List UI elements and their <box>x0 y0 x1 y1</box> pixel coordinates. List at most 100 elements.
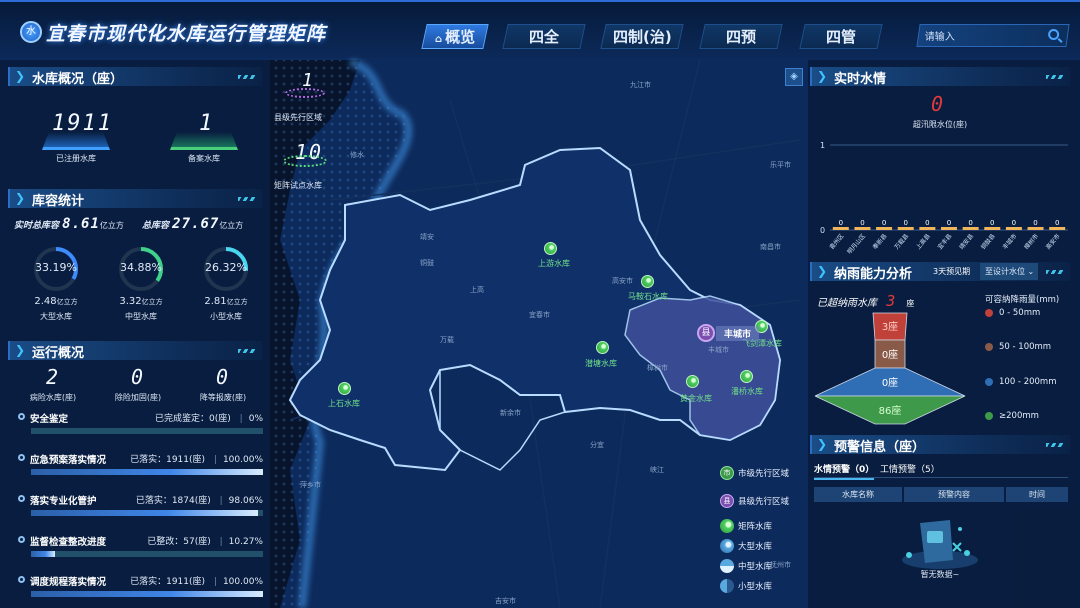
bullet-icon <box>18 413 25 420</box>
rain-legend-item[interactable]: 100 - 200mm <box>985 377 1056 387</box>
chevron-down-icon: ⌄ <box>1025 267 1035 276</box>
x-tick-label: 高安市 <box>1044 232 1062 251</box>
city-label: 萍乡市 <box>300 481 321 489</box>
county-marker-icon[interactable]: 县 <box>697 324 715 342</box>
stat-label: 病险水库(座) <box>29 393 77 402</box>
progress-fill <box>31 551 55 557</box>
city-pin-icon: 市 <box>720 466 734 480</box>
row-name: 安全鉴定 <box>30 414 69 425</box>
city-label: 吉安市 <box>495 597 516 605</box>
x-tick-label: 奉新县 <box>871 232 889 251</box>
water-level-chart: 010袁州区0明月山区0奉新县0万载县0上高县0宜丰县0靖安县0铜鼓县0丰城市0… <box>820 141 1068 255</box>
funnel-label: 0座 <box>882 376 898 389</box>
column-warning-content[interactable]: 预警内容 <box>904 487 1004 502</box>
bar <box>854 227 871 230</box>
bar-value-label: 0 <box>1012 219 1016 227</box>
legend-dot-icon <box>985 412 993 420</box>
progress-fill <box>31 469 263 475</box>
reservoir-marker[interactable] <box>338 382 351 395</box>
ring-label: 小型水库 <box>210 312 242 321</box>
rain-legend-item[interactable]: 0 - 50mm <box>985 308 1040 318</box>
reservoir-label: 马鞍石水库 <box>628 292 668 301</box>
water-level-dropdown[interactable]: 至设计水位 ⌄ <box>980 263 1038 280</box>
medium-reservoir-icon <box>720 559 734 573</box>
progress-fill <box>31 591 263 597</box>
layers-button[interactable]: ◈ <box>785 68 803 86</box>
forecast-label: 3天预见期 <box>933 267 971 276</box>
stat-value: 0 <box>130 365 146 389</box>
city-label: 万载 <box>440 336 454 344</box>
x-tick-label: 铜鼓县 <box>979 232 997 251</box>
city-label: 宜春市 <box>529 311 550 319</box>
funnel-label: 0座 <box>882 348 898 361</box>
logo-icon: 水 <box>20 21 42 43</box>
x-tick-label: 万载县 <box>893 232 911 251</box>
row-name: 落实专业化管护 <box>30 496 97 507</box>
tab-sizhi[interactable]: 四制(治) <box>600 24 684 49</box>
rain-funnel-chart: 3座 0座 0座 86座 <box>814 312 966 425</box>
reservoir-marker[interactable] <box>686 375 699 388</box>
tab-engineering-warning[interactable]: 工情预警（5） <box>880 462 940 475</box>
bar <box>832 227 849 230</box>
rain-legend-item[interactable]: 50 - 100mm <box>985 342 1051 352</box>
column-time[interactable]: 时间 <box>1006 487 1068 502</box>
funnel-label: 3座 <box>882 320 898 333</box>
y-tick-label: 0 <box>820 226 825 235</box>
x-tick-label: 宜丰县 <box>936 232 954 251</box>
city-label: 抚州市 <box>770 561 791 569</box>
column-reservoir-name[interactable]: 水库名称 <box>814 487 902 502</box>
stat-label: 降等报废(座) <box>199 393 247 402</box>
progress-bar <box>31 551 263 557</box>
legend-county-area[interactable]: 县县级先行区域 <box>720 494 789 508</box>
search-input[interactable] <box>918 27 1039 48</box>
row-value: 已整改：57(座) | 10.27% <box>147 537 263 547</box>
reservoir-label: 潘桥水库 <box>731 387 763 396</box>
progress-bar <box>31 510 263 516</box>
stat-label: 除险加固(座) <box>114 393 162 402</box>
legend-large[interactable]: 大型水库 <box>720 539 772 553</box>
rain-legend-item[interactable]: ≥200mm <box>985 411 1039 421</box>
row-name: 应急预案落实情况 <box>30 455 107 466</box>
city-label: 修水 <box>350 151 364 159</box>
matrix-count-label: 矩阵试点水库 <box>274 181 322 190</box>
row-value: 已落实：1911(座) | 100.00% <box>130 577 263 587</box>
chevron-right-icon: ❯ <box>15 343 26 357</box>
county-marker-label: 丰城市 <box>716 326 760 341</box>
row-value: 已落实：1911(座) | 100.00% <box>130 455 263 465</box>
total-capacity: 总库容 27.67亿立方 <box>142 216 244 232</box>
county-pin-icon: 县 <box>720 494 734 508</box>
city-label: 靖安 <box>420 233 434 241</box>
legend-dot-icon <box>985 343 993 351</box>
legend-city-area[interactable]: 市市级先行区域 <box>720 466 789 480</box>
search-icon[interactable] <box>1048 29 1060 40</box>
tab-siquan[interactable]: 四全 <box>502 24 586 49</box>
reservoir-marker[interactable] <box>544 242 557 255</box>
legend-matrix[interactable]: 矩阵水库 <box>720 519 772 533</box>
city-label: 樟树市 <box>647 364 668 372</box>
x-tick-label: 靖安县 <box>957 232 975 251</box>
tab-overview[interactable]: ⌂ 概览 <box>421 24 489 49</box>
legend-medium[interactable]: 中型水库 <box>720 559 772 573</box>
tab-siguan[interactable]: 四管 <box>799 24 883 49</box>
ring-percent: 33.19% <box>35 261 77 274</box>
reservoir-marker[interactable] <box>641 275 654 288</box>
over-limit-count: 0 <box>931 92 946 116</box>
empty-data-illustration <box>902 520 978 569</box>
x-tick-label: 上高县 <box>914 232 932 251</box>
bar-value-label: 0 <box>968 219 972 227</box>
reservoir-marker[interactable] <box>740 370 753 383</box>
bar-value-label: 0 <box>925 219 929 227</box>
legend-small[interactable]: 小型水库 <box>720 579 772 593</box>
tab-siyu[interactable]: 四预 <box>699 24 783 49</box>
city-label: 丰城市 <box>708 346 729 354</box>
city-label: 峡江 <box>650 466 664 474</box>
ring-label: 大型水库 <box>40 312 72 321</box>
row-name: 调度规程落实情况 <box>30 577 107 588</box>
reservoir-marker[interactable] <box>596 341 609 354</box>
matrix-reservoir-icon <box>720 519 734 533</box>
reservoir-label: 上游水库 <box>538 259 570 268</box>
bar-value-label: 0 <box>860 219 864 227</box>
search-box[interactable] <box>916 24 1070 48</box>
stat-value: 2 <box>45 365 61 389</box>
reservoir-label: 上石水库 <box>328 399 360 408</box>
